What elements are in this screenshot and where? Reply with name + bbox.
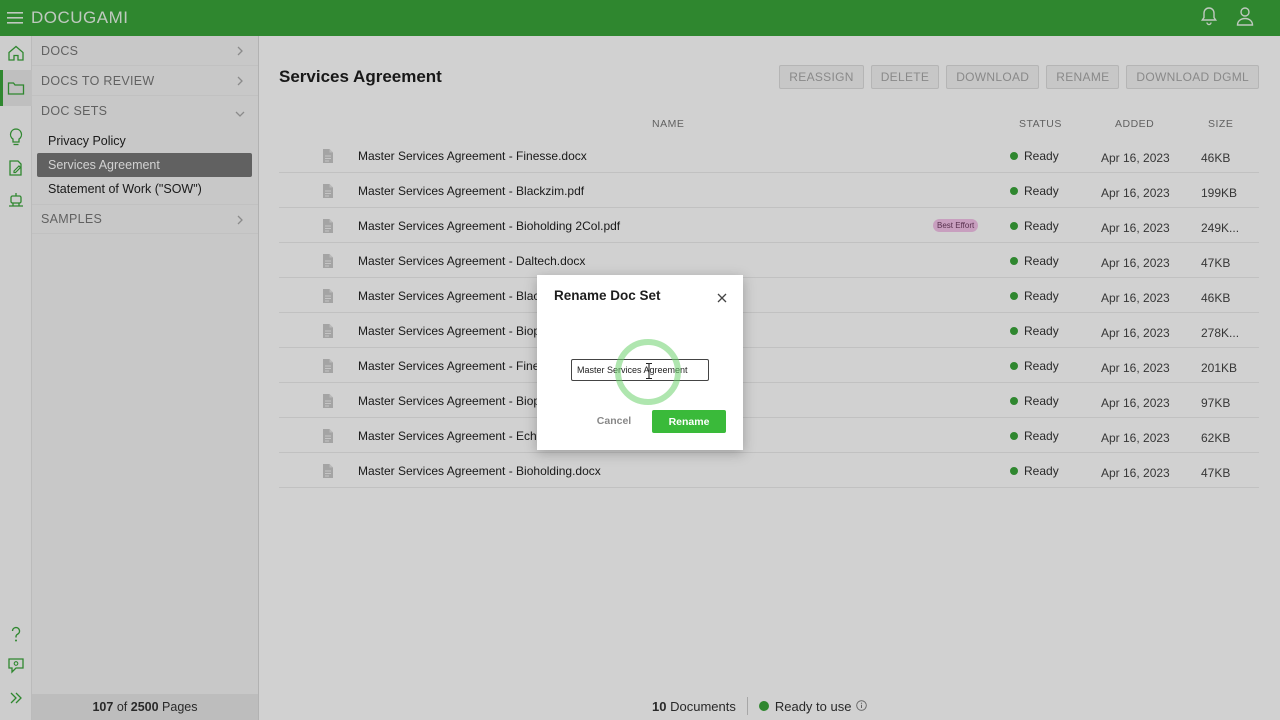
rename-doc-set-dialog: Rename Doc Set Cancel Rename	[537, 275, 743, 450]
doc-set-name-input[interactable]	[571, 359, 709, 381]
cancel-button[interactable]: Cancel	[585, 412, 643, 430]
close-icon[interactable]	[716, 291, 728, 303]
confirm-rename-button[interactable]: Rename	[652, 410, 726, 433]
dialog-title: Rename Doc Set	[554, 288, 661, 303]
